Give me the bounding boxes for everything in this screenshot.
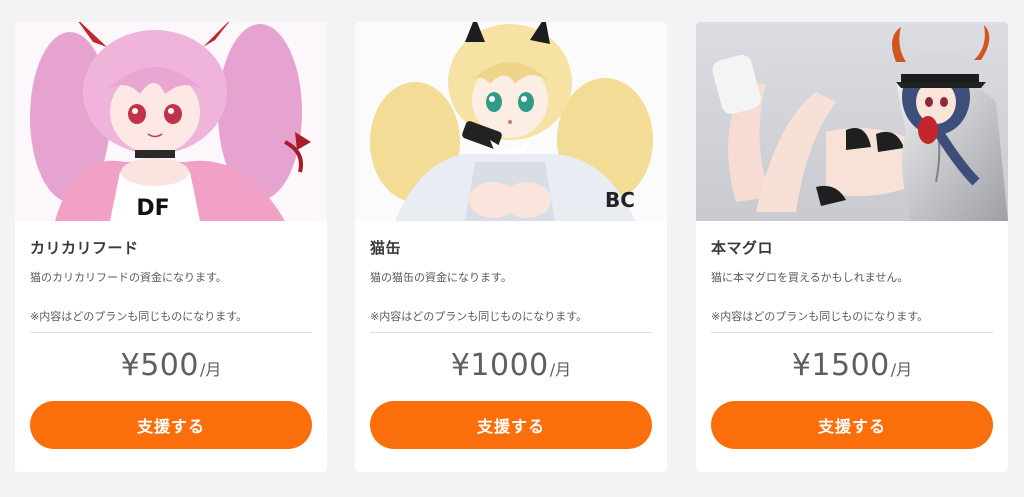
support-button[interactable]: 支援する	[711, 401, 993, 449]
price-unit: /月	[199, 360, 222, 379]
silver-jacket-girl-illustration	[696, 22, 1008, 221]
plan-image-honmaguro	[696, 22, 1008, 221]
plan-title: 本マグロ	[711, 239, 774, 257]
plan-price: ¥1500/月	[696, 348, 1008, 383]
svg-text:BC: BC	[605, 188, 635, 212]
plan-note: ※内容はどのプランも同じものになります。	[370, 310, 588, 323]
plan-price: ¥1000/月	[355, 348, 667, 383]
pink-twintail-girl-illustration: DF	[15, 22, 327, 221]
price-amount: ¥1000	[450, 348, 549, 383]
plan-title: カリカリフード	[30, 239, 139, 257]
support-button[interactable]: 支援する	[30, 401, 312, 449]
plan-card-honmaguro: 本マグロ 猫に本マグロを買えるかもしれません。 ※内容はどのプランも同じものにな…	[696, 22, 1008, 472]
plan-title: 猫缶	[370, 239, 402, 257]
divider	[370, 332, 652, 333]
plan-note: ※内容はどのプランも同じものになります。	[30, 310, 248, 323]
plan-card-nekokan: BC 猫缶 猫の猫缶の資金になります。 ※内容はどのプランも同じものになります。…	[355, 22, 667, 472]
plan-description: 猫のカリカリフードの資金になります。	[30, 271, 227, 284]
support-button[interactable]: 支援する	[370, 401, 652, 449]
plan-description: 猫の猫缶の資金になります。	[370, 271, 512, 284]
plan-image-karikari: DF	[15, 22, 327, 221]
plan-description: 猫に本マグロを買えるかもしれません。	[711, 271, 909, 284]
plan-price: ¥500/月	[15, 348, 327, 383]
plan-image-nekokan: BC	[355, 22, 667, 221]
price-unit: /月	[549, 360, 572, 379]
divider	[711, 332, 993, 333]
price-amount: ¥1500	[791, 348, 890, 383]
price-amount: ¥500	[120, 348, 199, 383]
support-plans-list: DF カリカリフード 猫のカリカリフードの資金になります。 ※内容はどのプランも…	[0, 0, 1024, 497]
price-unit: /月	[890, 360, 913, 379]
divider	[30, 332, 312, 333]
plan-card-karikari: DF カリカリフード 猫のカリカリフードの資金になります。 ※内容はどのプランも…	[15, 22, 327, 472]
blonde-twintail-girl-illustration: BC	[355, 22, 667, 221]
svg-text:DF: DF	[136, 196, 169, 221]
plan-note: ※内容はどのプランも同じものになります。	[711, 310, 929, 323]
